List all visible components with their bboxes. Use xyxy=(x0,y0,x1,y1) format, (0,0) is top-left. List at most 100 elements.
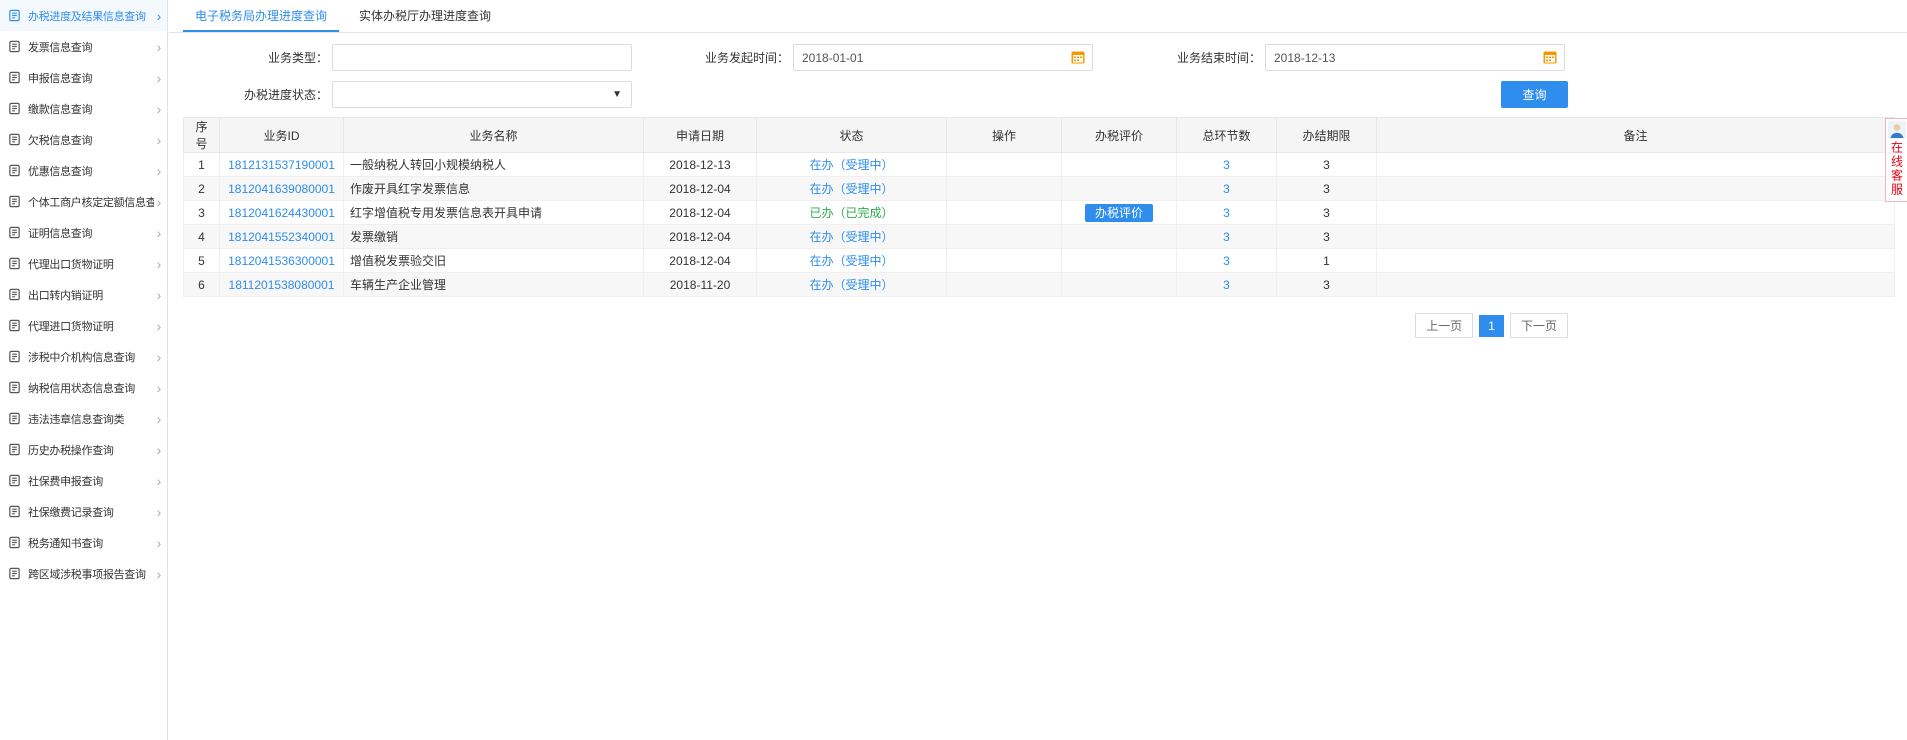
tab-bar: 电子税务局办理进度查询 实体办税厅办理进度查询 xyxy=(169,0,1907,33)
apply-date-cell: 2018-12-13 xyxy=(643,152,757,177)
results-table: 序号 业务ID 业务名称 申请日期 状态 操作 办税评价 总环节数 办结期限 备注 1 181213… xyxy=(183,117,1895,297)
sidebar-item-label: 证明信息查询 xyxy=(28,227,93,240)
sidebar-item-9[interactable]: 代理出口货物证明 › xyxy=(0,248,167,279)
chevron-right-icon: › xyxy=(156,534,162,551)
table-body: 1 1812131537190001 一般纳税人转回小规模纳税人 2018-12-13… xyxy=(183,152,1895,297)
seq-cell: 6 xyxy=(183,272,220,297)
end-time-label: 业务结束时间： xyxy=(1176,51,1261,65)
column-header: 总环节数 xyxy=(1176,117,1277,153)
chevron-right-icon: › xyxy=(156,162,162,179)
evaluate-cell xyxy=(1061,152,1177,177)
remark-cell xyxy=(1376,152,1895,177)
business-id-link[interactable]: 1811201538080001 xyxy=(219,272,344,297)
business-id-link[interactable]: 1812131537190001 xyxy=(219,152,344,177)
column-header: 操作 xyxy=(946,117,1062,153)
export-agent-cert-icon xyxy=(8,257,23,270)
total-steps-link[interactable]: 3 xyxy=(1176,248,1277,273)
customer-service-widget[interactable]: 在线客服 xyxy=(1885,118,1907,202)
column-header: 业务名称 xyxy=(343,117,644,153)
business-id-link[interactable]: 1812041536300001 xyxy=(219,248,344,273)
column-header: 业务ID xyxy=(219,117,344,153)
tab-1[interactable]: 电子税务局办理进度查询 xyxy=(183,0,340,32)
operation-cell xyxy=(946,248,1062,273)
total-steps-link[interactable]: 3 xyxy=(1176,152,1277,177)
chevron-right-icon: › xyxy=(156,441,162,458)
total-steps-link[interactable]: 3 xyxy=(1176,224,1277,249)
business-name-cell: 发票缴销 xyxy=(343,224,644,249)
progress-status-select[interactable]: ▼ xyxy=(332,81,632,108)
column-header: 申请日期 xyxy=(643,117,757,153)
total-steps-link[interactable]: 3 xyxy=(1176,272,1277,297)
sidebar-item-12[interactable]: 涉税中介机构信息查询 › xyxy=(0,341,167,372)
remark-cell xyxy=(1376,272,1895,297)
status-cell: 在办（受理中） xyxy=(756,272,947,297)
start-time-input[interactable] xyxy=(793,44,1093,71)
status-cell: 在办（受理中） xyxy=(756,248,947,273)
sidebar-item-label: 代理进口货物证明 xyxy=(28,320,114,333)
sidebar-item-label: 跨区域涉税事项报告查询 xyxy=(28,568,146,581)
current-page-button[interactable]: 1 xyxy=(1479,314,1504,337)
sidebar-item-1[interactable]: 办税进度及结果信息查询 › xyxy=(0,0,167,31)
sidebar-item-2[interactable]: 发票信息查询 › xyxy=(0,31,167,62)
sidebar-item-5[interactable]: 欠税信息查询 › xyxy=(0,124,167,155)
sidebar-item-16[interactable]: 社保费申报查询 › xyxy=(0,465,167,496)
table-header-row: 序号 业务ID 业务名称 申请日期 状态 操作 办税评价 总环节数 办结期限 备注 xyxy=(183,117,1895,153)
evaluate-cell: 办税评价 xyxy=(1061,200,1177,225)
dropdown-arrow-icon: ▼ xyxy=(612,89,622,100)
business-name-cell: 一般纳税人转回小规模纳税人 xyxy=(343,152,644,177)
sidebar-item-label: 办税进度及结果信息查询 xyxy=(28,10,146,23)
business-type-label: 业务类型： xyxy=(267,51,328,65)
sidebar-item-18[interactable]: 税务通知书查询 › xyxy=(0,527,167,558)
total-steps-link[interactable]: 3 xyxy=(1176,176,1277,201)
sidebar-item-17[interactable]: 社保缴费记录查询 › xyxy=(0,496,167,527)
tax-credit-status-icon xyxy=(8,381,23,394)
sidebar-item-4[interactable]: 缴款信息查询 › xyxy=(0,93,167,124)
business-id-link[interactable]: 1812041639080001 xyxy=(219,176,344,201)
search-button[interactable]: 查询 xyxy=(1501,81,1568,108)
sidebar-item-15[interactable]: 历史办税操作查询 › xyxy=(0,434,167,465)
apply-date-cell: 2018-12-04 xyxy=(643,248,757,273)
sidebar-item-8[interactable]: 证明信息查询 › xyxy=(0,217,167,248)
prev-page-button[interactable]: 上一页 xyxy=(1415,313,1474,338)
business-id-link[interactable]: 1812041624430001 xyxy=(219,200,344,225)
sidebar-item-3[interactable]: 申报信息查询 › xyxy=(0,62,167,93)
status-cell: 在办（受理中） xyxy=(756,176,947,201)
deadline-cell: 3 xyxy=(1276,272,1377,297)
sidebar-item-14[interactable]: 违法违章信息查询类 › xyxy=(0,403,167,434)
evaluate-cell xyxy=(1061,248,1177,273)
total-steps-link[interactable]: 3 xyxy=(1176,200,1277,225)
tax-evaluate-button[interactable]: 办税评价 xyxy=(1084,203,1153,222)
sidebar-item-label: 欠税信息查询 xyxy=(28,134,93,147)
business-name-cell: 红字增值税专用发票信息表开具申请 xyxy=(343,200,644,225)
deadline-cell: 3 xyxy=(1276,224,1377,249)
chevron-right-icon: › xyxy=(156,131,162,148)
sidebar-item-6[interactable]: 优惠信息查询 › xyxy=(0,155,167,186)
sidebar-item-label: 涉税中介机构信息查询 xyxy=(28,351,135,364)
next-page-button[interactable]: 下一页 xyxy=(1509,313,1568,338)
remark-cell xyxy=(1376,224,1895,249)
sidebar-item-10[interactable]: 出口转内销证明 › xyxy=(0,279,167,310)
deadline-cell: 3 xyxy=(1276,176,1377,201)
violation-info-icon xyxy=(8,412,23,425)
tab-2[interactable]: 实体办税厅办理进度查询 xyxy=(347,0,503,32)
business-id-link[interactable]: 1812041552340001 xyxy=(219,224,344,249)
chevron-right-icon: › xyxy=(156,565,162,582)
business-name-cell: 车辆生产企业管理 xyxy=(343,272,644,297)
evaluate-cell xyxy=(1061,272,1177,297)
chevron-right-icon: › xyxy=(156,317,162,334)
chevron-right-icon: › xyxy=(156,100,162,117)
social-security-record-icon xyxy=(8,505,23,518)
table-row: 3 1812041624430001 红字增值税专用发票信息表开具申请 2018-12… xyxy=(183,200,1895,225)
sidebar-item-13[interactable]: 纳税信用状态信息查询 › xyxy=(0,372,167,403)
filter-row-1: 业务类型： 业务发起时间： 业务结束时间： xyxy=(169,39,1907,76)
sidebar-item-11[interactable]: 代理进口货物证明 › xyxy=(0,310,167,341)
business-type-input[interactable] xyxy=(332,44,632,71)
end-time-input[interactable] xyxy=(1265,44,1565,71)
sidebar-item-19[interactable]: 跨区域涉税事项报告查询 › xyxy=(0,558,167,589)
sidebar-item-7[interactable]: 个体工商户核定定额信息查询 › xyxy=(0,186,167,217)
chevron-right-icon: › xyxy=(156,7,162,24)
customer-service-label: 在线客服 xyxy=(1889,141,1904,197)
filter-row-2: 办税进度状态： ▼ 查询 xyxy=(169,76,1907,113)
column-header: 办税评价 xyxy=(1061,117,1177,153)
deadline-cell: 3 xyxy=(1276,200,1377,225)
